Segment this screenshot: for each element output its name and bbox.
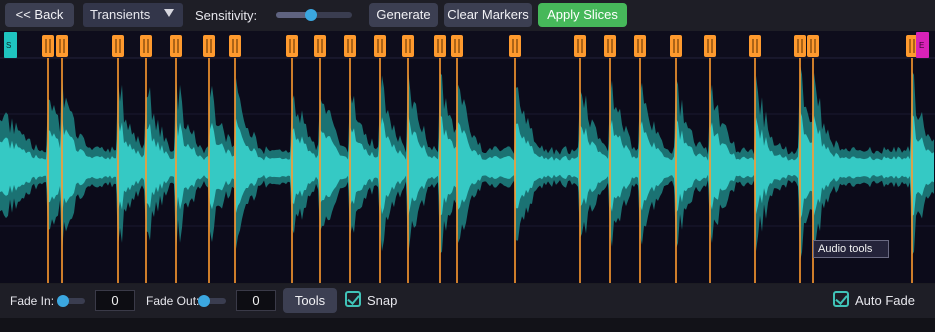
slice-marker-handle[interactable] — [670, 35, 682, 57]
fade-out-field[interactable]: 0 — [236, 290, 276, 311]
slice-marker-handle[interactable] — [749, 35, 761, 57]
start-marker[interactable]: S — [4, 32, 17, 58]
end-marker-label: E — [919, 41, 924, 50]
generate-button[interactable]: Generate — [369, 3, 438, 27]
audio-tools-tooltip: Audio tools — [813, 240, 889, 258]
fade-in-slider[interactable] — [57, 295, 85, 307]
slice-marker-handle[interactable] — [451, 35, 463, 57]
waveform-display[interactable]: S E — [0, 31, 935, 283]
slice-marker-handle[interactable] — [634, 35, 646, 57]
fade-in-field[interactable]: 0 — [95, 290, 135, 311]
status-strip — [0, 318, 935, 332]
slice-marker-handle[interactable] — [434, 35, 446, 57]
fade-out-slider-knob[interactable] — [198, 295, 210, 307]
slice-marker-handle[interactable] — [807, 35, 819, 57]
fade-out-label: Fade Out: — [146, 294, 200, 308]
snap-checkbox[interactable] — [345, 291, 361, 307]
apply-slices-button[interactable]: Apply Slices — [538, 3, 627, 27]
start-marker-label: S — [6, 41, 11, 50]
detection-mode-select[interactable]: Transients — [83, 3, 183, 27]
back-button[interactable]: << Back — [5, 3, 74, 27]
slice-marker-handle[interactable] — [170, 35, 182, 57]
waveform-shape — [0, 64, 934, 262]
slice-marker-handle[interactable] — [574, 35, 586, 57]
slice-marker-handle[interactable] — [203, 35, 215, 57]
slice-marker-handle[interactable] — [112, 35, 124, 57]
auto-fade-label: Auto Fade — [855, 293, 915, 308]
sensitivity-slider-knob[interactable] — [305, 9, 317, 21]
slice-marker-handle[interactable] — [42, 35, 54, 57]
chevron-down-icon — [164, 9, 174, 17]
tools-button[interactable]: Tools — [283, 288, 337, 313]
slice-marker-handle[interactable] — [286, 35, 298, 57]
waveform-editor[interactable]: S E Audio tools — [0, 31, 935, 283]
sensitivity-label: Sensitivity: — [195, 8, 258, 23]
slice-marker-handle[interactable] — [402, 35, 414, 57]
bottom-bar: Fade In: 0 Fade Out: 0 Tools Snap Auto F… — [0, 284, 935, 318]
slice-marker-handle[interactable] — [374, 35, 386, 57]
detection-mode-value: Transients — [90, 7, 151, 22]
slice-marker-handle[interactable] — [604, 35, 616, 57]
fade-in-slider-knob[interactable] — [57, 295, 69, 307]
sensitivity-slider[interactable] — [276, 9, 352, 21]
slice-marker-handle[interactable] — [229, 35, 241, 57]
slice-marker-handle[interactable] — [314, 35, 326, 57]
clear-markers-button[interactable]: Clear Markers — [444, 3, 532, 27]
slice-marker-handle[interactable] — [509, 35, 521, 57]
auto-fade-checkbox[interactable] — [833, 291, 849, 307]
fade-in-label: Fade In: — [10, 294, 55, 308]
slice-marker-handle[interactable] — [704, 35, 716, 57]
end-marker[interactable]: E — [916, 32, 929, 58]
fade-out-slider[interactable] — [198, 295, 226, 307]
snap-label: Snap — [367, 293, 398, 308]
slice-marker-handle[interactable] — [140, 35, 152, 57]
slice-marker-handle[interactable] — [56, 35, 68, 57]
slice-marker-handle[interactable] — [344, 35, 356, 57]
toolbar: << Back Transients Sensitivity: Generate… — [0, 0, 935, 31]
slice-marker-handle[interactable] — [794, 35, 806, 57]
